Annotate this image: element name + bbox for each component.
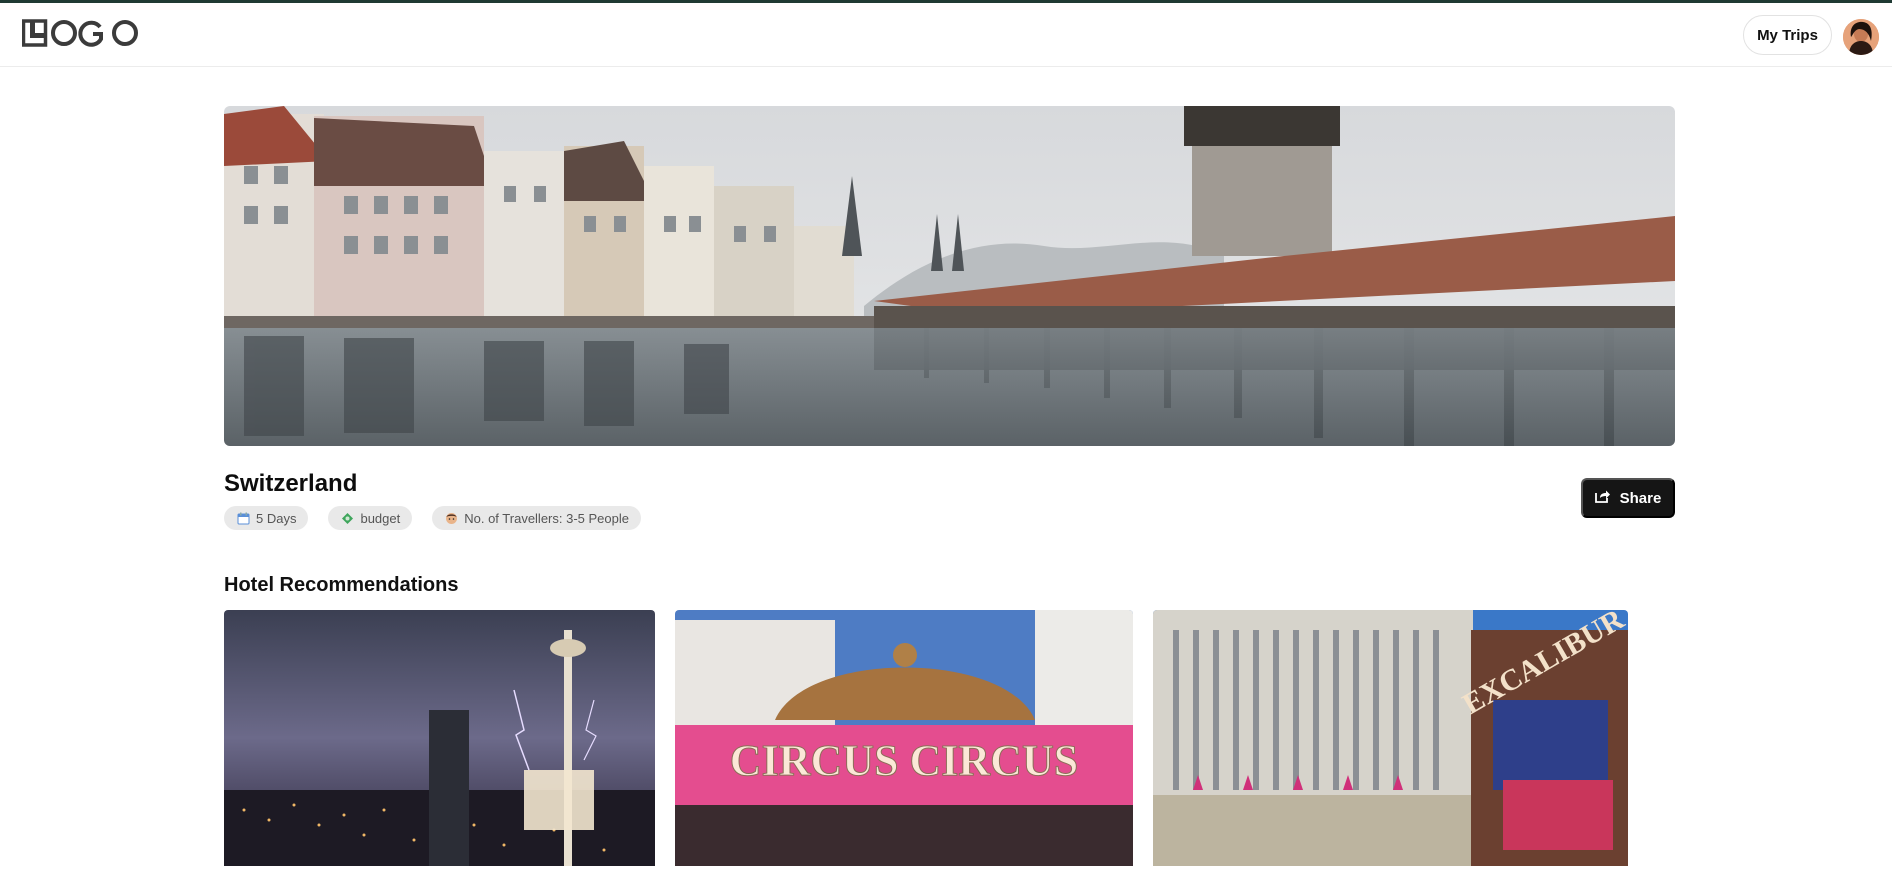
svg-text:CIRCUS CIRCUS: CIRCUS CIRCUS xyxy=(730,736,1078,785)
user-avatar[interactable] xyxy=(1843,19,1879,55)
travellers-chip: No. of Travellers: 3-5 People xyxy=(432,506,641,530)
travellers-label: No. of Travellers: 3-5 People xyxy=(464,510,629,526)
share-icon xyxy=(1594,489,1611,507)
logo-wordmark-icon xyxy=(22,19,138,47)
duration-chip: 5 Days xyxy=(224,506,309,530)
duration-label: 5 Days xyxy=(256,510,297,526)
hotel-card-image[interactable]: EXCALIBUR xyxy=(1153,610,1628,866)
destination-hero-image xyxy=(224,106,1675,446)
calendar-icon xyxy=(236,511,250,525)
traveller-icon xyxy=(444,511,458,525)
logo[interactable]: LOGO xyxy=(22,19,140,49)
budget-label: budget xyxy=(360,510,401,526)
money-icon xyxy=(340,511,354,525)
hotel-card-image[interactable] xyxy=(224,610,655,866)
top-navbar: LOGO My Trips xyxy=(0,3,1892,67)
trip-info-chips: 5 Days budget No. of Travellers: 3-5 Peo… xyxy=(224,506,641,530)
hotel-card-image[interactable]: CIRCUS CIRCUS xyxy=(675,610,1133,866)
my-trips-button[interactable]: My Trips xyxy=(1743,15,1832,55)
share-button[interactable]: Share xyxy=(1581,478,1675,518)
destination-title: Switzerland xyxy=(224,470,358,497)
share-label: Share xyxy=(1619,489,1662,507)
hotel-section-title: Hotel Recommendations xyxy=(224,574,459,596)
budget-chip: budget xyxy=(328,506,413,530)
